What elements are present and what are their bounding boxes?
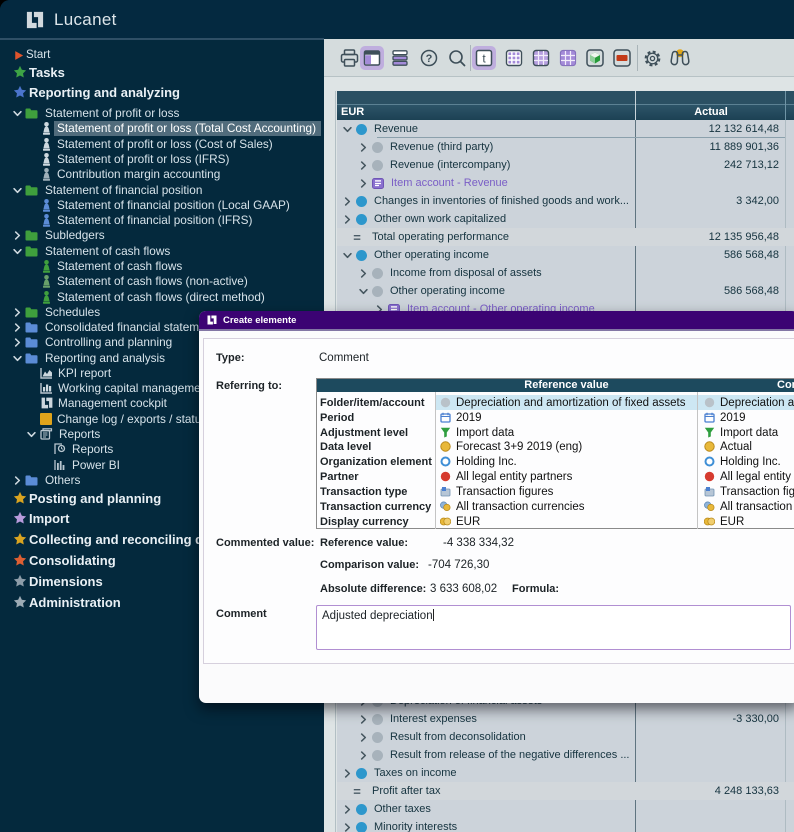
svg-text:?: ? — [426, 53, 433, 65]
